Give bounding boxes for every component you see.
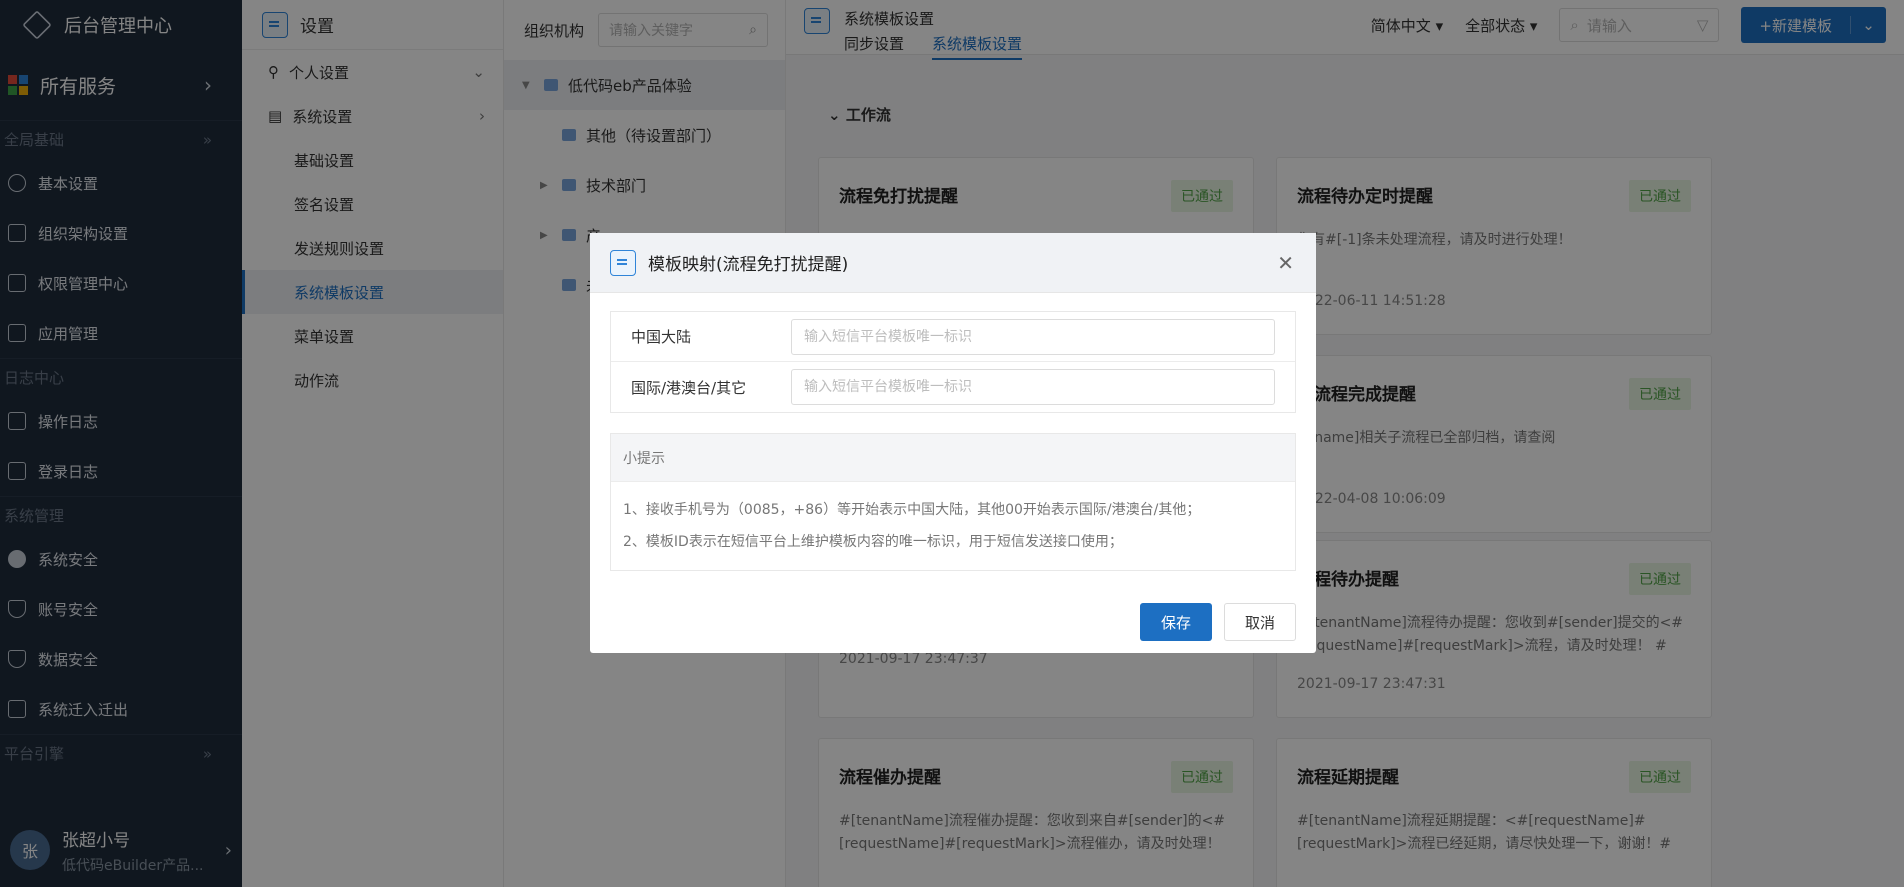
close-icon[interactable]: ✕ <box>1277 251 1294 275</box>
tip-item: 2、模板ID表示在短信平台上维护模板内容的唯一标识，用于短信发送接口使用； <box>623 534 1123 550</box>
mapping-row-international: 国际/港澳台/其它 <box>611 362 1295 412</box>
tip-item: 1、接收手机号为（0085，+86）等开始表示中国大陆，其他00开始表示国际/港… <box>623 502 1201 518</box>
dialog-title: 模板映射(流程免打扰提醒) <box>648 255 849 275</box>
message-icon <box>610 249 636 276</box>
dialog-header: 模板映射(流程免打扰提醒) ✕ <box>590 233 1316 293</box>
international-template-input[interactable] <box>791 369 1275 405</box>
mainland-template-input[interactable] <box>791 318 1275 355</box>
mapping-row-mainland: 中国大陆 <box>611 312 1295 362</box>
template-mapping-dialog: 模板映射(流程免打扰提醒) ✕ 中国大陆 国际/港澳台/其它 小提示 1、接收手… <box>590 233 1316 653</box>
tips-box: 小提示 1、接收手机号为（0085，+86）等开始表示中国大陆，其他00开始表示… <box>610 433 1296 571</box>
cancel-button[interactable]: 取消 <box>1224 603 1296 641</box>
save-button[interactable]: 保存 <box>1140 603 1212 641</box>
tips-title: 小提示 <box>611 434 1295 482</box>
mapping-form: 中国大陆 国际/港澳台/其它 <box>610 311 1296 413</box>
